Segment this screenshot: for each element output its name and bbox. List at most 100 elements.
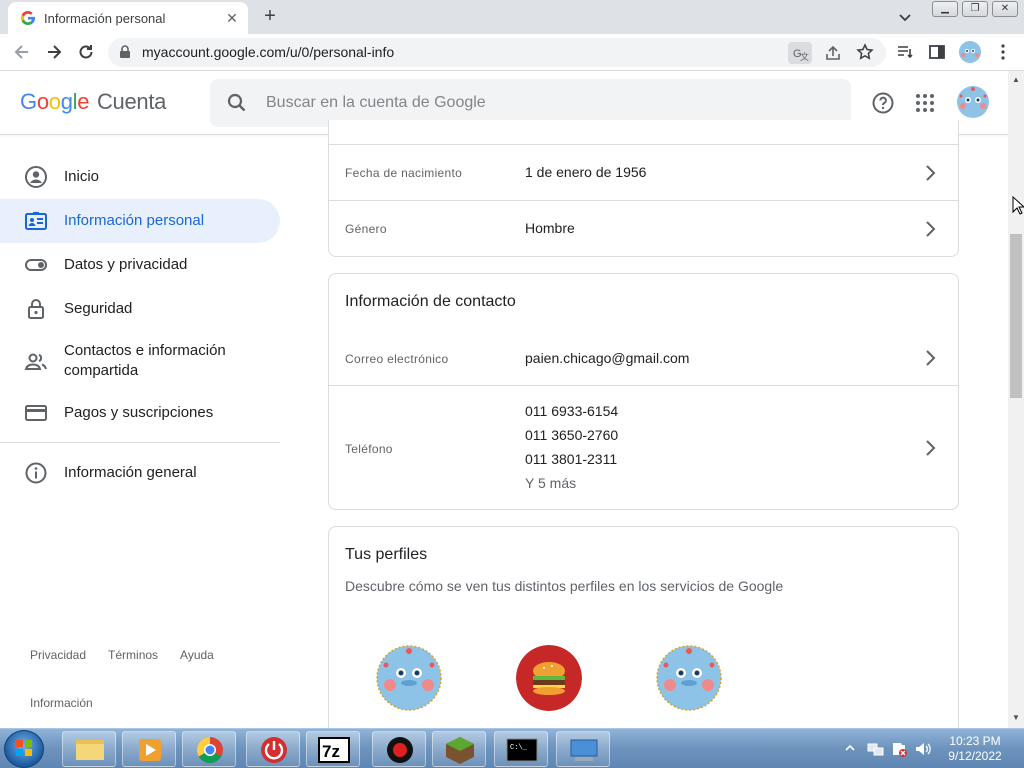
email-value: paien.chicago@gmail.com <box>525 350 690 366</box>
7zip-taskbar-icon[interactable]: 7z <box>306 731 360 767</box>
sidebar-divider <box>0 442 280 443</box>
terms-link[interactable]: Términos <box>108 648 158 662</box>
sidebar-item-label: compartida <box>64 362 139 379</box>
clock-time: 10:23 PM <box>949 734 1001 748</box>
footer-links: Privacidad Términos Ayuda <box>30 648 214 662</box>
network-tray-icon[interactable] <box>866 740 884 758</box>
tray-expand-icon[interactable] <box>845 743 855 753</box>
profile-avatar[interactable] <box>376 645 442 711</box>
phone-value: 011 6933-6154 <box>525 403 619 419</box>
scroll-up-icon[interactable]: ▲ <box>1012 75 1020 84</box>
scroll-down-icon[interactable]: ▼ <box>1012 713 1020 722</box>
phone-value: 011 3650-2760 <box>525 427 619 443</box>
google-favicon-icon <box>21 11 35 25</box>
recorder-taskbar-icon[interactable] <box>372 731 426 767</box>
sidebar-item-informacion-general[interactable]: Información general <box>0 451 280 495</box>
chrome-taskbar-icon[interactable] <box>182 731 236 767</box>
gender-value: Hombre <box>525 220 575 236</box>
window-close-icon[interactable]: ✕ <box>992 1 1018 17</box>
file-explorer-taskbar-icon[interactable] <box>62 731 116 767</box>
volume-tray-icon[interactable] <box>914 740 932 758</box>
chevron-right-icon <box>926 165 936 181</box>
logo-letter: o <box>48 89 61 114</box>
search-icon[interactable] <box>226 92 248 114</box>
help-icon[interactable] <box>871 91 895 115</box>
restore-icon[interactable]: ❐ <box>962 1 988 17</box>
chevron-right-icon <box>926 350 936 366</box>
sidebar-item-inicio[interactable]: Inicio <box>0 155 280 199</box>
tab-close-icon[interactable]: ✕ <box>224 10 240 26</box>
tab-search-icon[interactable] <box>896 8 914 26</box>
browser-tab[interactable]: Información personal ✕ <box>8 2 248 34</box>
address-bar[interactable]: myaccount.google.com/u/0/personal-info G… <box>108 38 886 67</box>
chevron-right-icon <box>926 221 936 237</box>
start-button[interactable] <box>4 730 44 768</box>
sidebar-item-label: Información general <box>64 464 197 481</box>
scrollbar-thumb[interactable] <box>1010 234 1022 398</box>
profile-avatar-icon[interactable] <box>959 41 981 63</box>
reading-list-icon[interactable] <box>896 43 914 61</box>
info-link[interactable]: Información <box>30 696 93 710</box>
email-row[interactable]: Correo electrónico paien.chicago@gmail.c… <box>329 330 958 386</box>
terminal-taskbar-icon[interactable]: C:\_ <box>494 731 548 767</box>
sidebar-item-contactos[interactable]: Contactos e información compartida <box>0 336 280 388</box>
url-text[interactable]: myaccount.google.com/u/0/personal-info <box>142 44 394 60</box>
account-avatar[interactable] <box>957 86 989 118</box>
remote-desktop-taskbar-icon[interactable] <box>556 731 610 767</box>
lock-icon[interactable] <box>118 45 132 59</box>
bookmark-star-icon[interactable] <box>856 43 874 61</box>
profiles-card-title: Tus perfiles <box>345 546 428 563</box>
phone-value: 011 3801-2311 <box>525 451 618 467</box>
contact-card-title: Información de contacto <box>345 293 516 310</box>
birthday-label: Fecha de nacimiento <box>345 166 463 180</box>
media-player-taskbar-icon[interactable] <box>122 731 176 767</box>
side-panel-icon[interactable] <box>928 43 946 61</box>
phone-label: Teléfono <box>345 442 393 456</box>
sidebar-item-seguridad[interactable]: Seguridad <box>0 287 280 331</box>
sidebar-item-pagos[interactable]: Pagos y suscripciones <box>0 391 280 435</box>
logo-letter: o <box>36 89 49 114</box>
gender-row[interactable]: Género Hombre <box>329 201 958 257</box>
credit-card-icon <box>25 405 47 421</box>
translate-icon[interactable]: G文 <box>788 42 812 64</box>
back-icon[interactable] <box>12 42 32 62</box>
apps-grid-icon[interactable] <box>913 91 937 115</box>
action-center-tray-icon[interactable] <box>890 740 908 758</box>
share-icon[interactable] <box>824 44 842 62</box>
svg-text:7z: 7z <box>322 742 340 761</box>
browser-menu-icon[interactable] <box>994 43 1012 61</box>
sidebar-item-label: Seguridad <box>64 300 133 317</box>
window-controls: ▁ ❐ ✕ <box>932 1 1018 17</box>
clock-date: 9/12/2022 <box>948 749 1002 763</box>
phone-more: Y 5 más <box>525 475 577 491</box>
contact-info-card: Información de contacto Correo electróni… <box>328 273 959 510</box>
forward-icon[interactable] <box>44 42 64 62</box>
google-account-logo[interactable]: Google Cuenta <box>20 89 166 115</box>
minecraft-taskbar-icon[interactable] <box>432 731 486 767</box>
sidebar-item-informacion-personal[interactable]: Información personal <box>0 199 280 243</box>
logo-letter: e <box>77 89 90 114</box>
system-clock[interactable]: 10:23 PM 9/12/2022 <box>940 734 1010 764</box>
windows-taskbar: 7z C:\_ 10:23 PM 9/12/2022 <box>0 728 1024 768</box>
new-tab-icon[interactable]: + <box>260 6 280 26</box>
sidebar-item-label: Información personal <box>64 212 205 229</box>
page-scrollbar[interactable]: ▲ ▼ <box>1008 71 1024 728</box>
sidebar-item-datos-privacidad[interactable]: Datos y privacidad <box>0 243 280 287</box>
phone-row[interactable]: Teléfono 011 6933-6154 011 3650-2760 011… <box>329 386 958 510</box>
logo-letter: g <box>60 89 73 114</box>
tab-title: Información personal <box>44 10 166 26</box>
mouse-cursor-icon <box>1012 196 1024 215</box>
svg-text:C:\_: C:\_ <box>510 744 528 752</box>
chevron-right-icon <box>926 440 936 456</box>
profile-avatar[interactable] <box>516 645 582 711</box>
privacy-link[interactable]: Privacidad <box>30 648 86 662</box>
profiles-card-subtitle: Descubre cómo se ven tus distintos perfi… <box>345 578 784 594</box>
shutdown-app-taskbar-icon[interactable] <box>246 731 300 767</box>
birthday-row[interactable]: Fecha de nacimiento 1 de enero de 1956 <box>329 145 958 201</box>
id-card-icon <box>25 212 47 230</box>
minimize-icon[interactable]: ▁ <box>932 1 958 17</box>
profile-avatar[interactable] <box>656 645 722 711</box>
sidebar-nav: Inicio Información personal Datos y priv… <box>0 136 290 728</box>
reload-icon[interactable] <box>76 42 96 62</box>
help-link[interactable]: Ayuda <box>180 648 214 662</box>
